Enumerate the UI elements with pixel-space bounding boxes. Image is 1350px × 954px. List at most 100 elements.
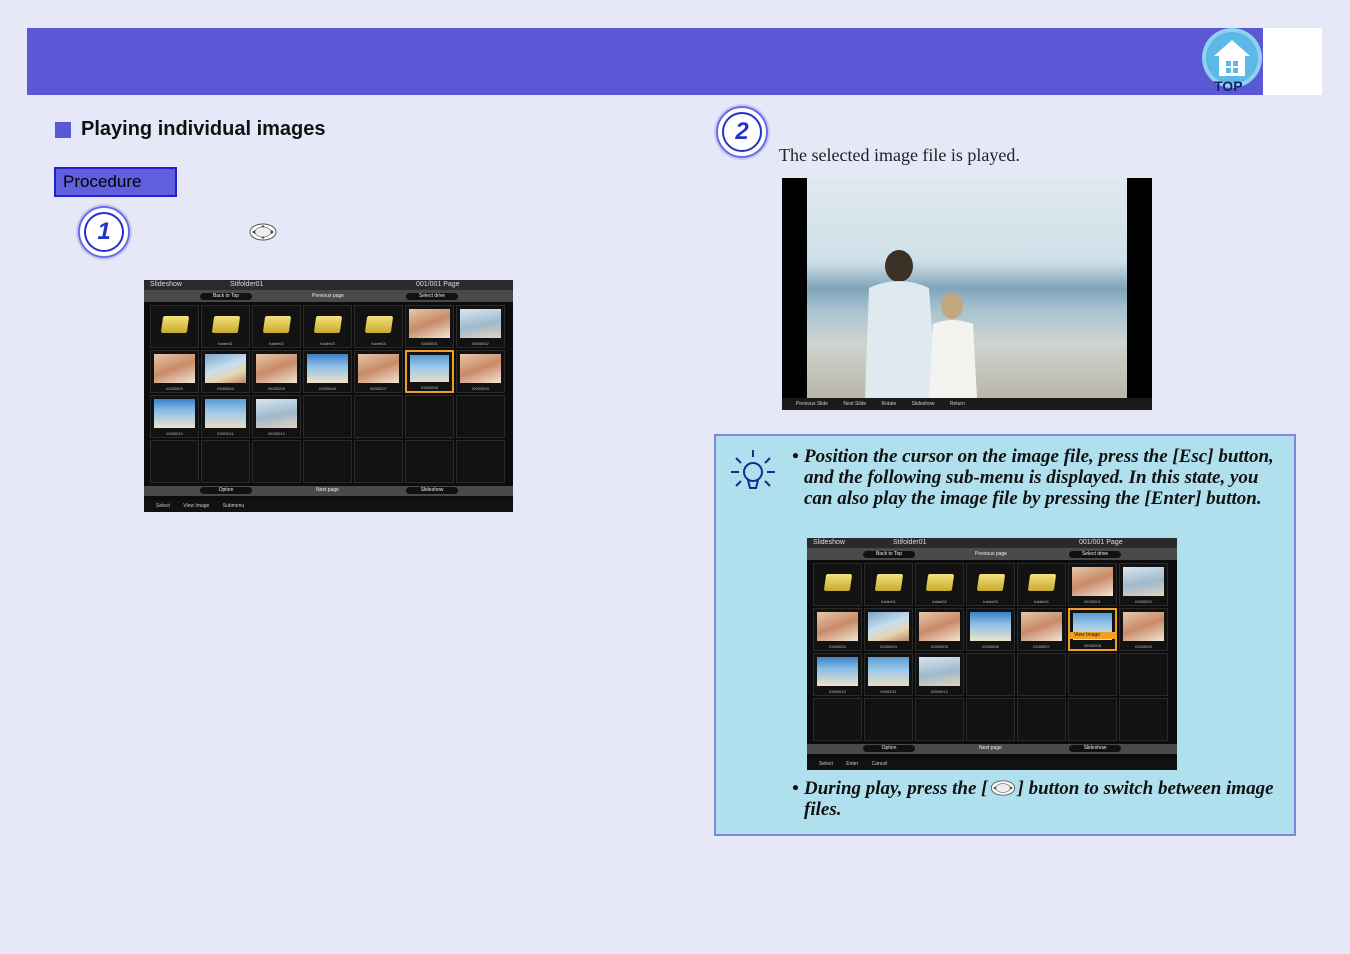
image-item-selected[interactable]: I0000008 xyxy=(405,350,454,393)
image-item[interactable]: I0000005 xyxy=(252,350,301,393)
image-item-selected[interactable]: View Image I0000008 xyxy=(1068,608,1117,651)
empty-slot xyxy=(354,395,403,438)
folder-item[interactable]: folder01 xyxy=(864,563,913,606)
image-item[interactable]: I0000004 xyxy=(864,608,913,651)
image-item[interactable]: I0000005 xyxy=(915,608,964,651)
slideshow-navbar: Back to Top Previous page Select drive xyxy=(144,290,513,302)
folder-item[interactable]: folder04 xyxy=(354,305,403,348)
submenu-thumbnail-grid: folder01 folder02 folder03 folder04 I000… xyxy=(813,563,1168,741)
top-button-label: TOP xyxy=(1214,78,1243,94)
image-item[interactable]: I0000002 xyxy=(456,305,505,348)
option-button[interactable]: Option xyxy=(200,487,252,494)
empty-slot xyxy=(150,440,199,483)
submenu-topbar: Slideshow Stifolder01 001/001 Page xyxy=(807,538,1177,548)
previous-page-button[interactable]: Previous page xyxy=(975,551,1007,558)
navigation-button-icon xyxy=(990,780,1015,796)
footer-select: Select xyxy=(819,761,833,767)
image-item[interactable]: I0000003 xyxy=(150,350,199,393)
folder-item[interactable]: folder03 xyxy=(303,305,352,348)
empty-slot xyxy=(1017,698,1066,741)
step-2-marker: 2 xyxy=(716,106,768,158)
view-image-submenu[interactable]: View Image xyxy=(1070,632,1115,639)
image-item[interactable]: I0000012 xyxy=(252,395,301,438)
select-drive-button[interactable]: Select drive xyxy=(406,293,458,300)
step-2-number: 2 xyxy=(722,112,762,152)
slideshow-screen: Slideshow Stifolder01 001/001 Page Back … xyxy=(144,280,513,512)
thumbnail-grid: folder01 folder02 folder03 folder04 I000… xyxy=(150,305,505,483)
image-item[interactable]: I0000012 xyxy=(915,653,964,696)
next-page-button[interactable]: Next page xyxy=(979,745,1002,752)
slideshow-footer: Select View Image Submenu xyxy=(144,500,513,512)
folder-name: Stifolder01 xyxy=(230,281,264,288)
next-page-button[interactable]: Next page xyxy=(316,487,339,494)
submenu-navbar: Back to Top Previous page Select drive xyxy=(807,548,1177,560)
image-item[interactable]: I0000011 xyxy=(864,653,913,696)
image-item[interactable]: I0000011 xyxy=(201,395,250,438)
lightbulb-icon xyxy=(731,450,775,489)
image-item[interactable]: I0000002 xyxy=(1119,563,1168,606)
tip-item-1: • Position the cursor on the image file, … xyxy=(792,446,1274,509)
top-button[interactable]: TOP xyxy=(1200,28,1264,94)
play-footer: Previous Slide Next Slide Rotate Slidesh… xyxy=(782,398,1152,410)
section-marker-icon xyxy=(55,121,71,138)
slideshow-title: Slideshow xyxy=(150,281,182,288)
empty-slot xyxy=(405,440,454,483)
folder-item[interactable]: folder01 xyxy=(201,305,250,348)
procedure-label: Procedure xyxy=(54,167,177,197)
tip-box: • Position the cursor on the image file, … xyxy=(714,434,1296,836)
image-item[interactable]: I0000006 xyxy=(966,608,1015,651)
slideshow-bottombar: Option Next page Slideshow xyxy=(144,486,513,496)
option-button[interactable]: Option xyxy=(863,745,915,752)
folder-item[interactable]: folder04 xyxy=(1017,563,1066,606)
section-title-text: Playing individual images xyxy=(81,118,326,140)
beach-photo xyxy=(807,178,1127,398)
folder-up-item[interactable] xyxy=(150,305,199,348)
image-item[interactable]: I0000001 xyxy=(1068,563,1117,606)
empty-slot xyxy=(915,698,964,741)
image-item[interactable]: I0000007 xyxy=(1017,608,1066,651)
footer-enter: Enter xyxy=(846,761,859,767)
empty-slot xyxy=(354,440,403,483)
image-item[interactable]: I0000006 xyxy=(303,350,352,393)
footer-cancel: Cancel xyxy=(871,761,888,767)
empty-slot xyxy=(864,698,913,741)
empty-slot xyxy=(456,395,505,438)
image-item[interactable]: I0000004 xyxy=(201,350,250,393)
folder-item[interactable]: folder03 xyxy=(966,563,1015,606)
folder-item[interactable]: folder02 xyxy=(915,563,964,606)
image-item[interactable]: I0000010 xyxy=(813,653,862,696)
folder-up-item[interactable] xyxy=(813,563,862,606)
empty-slot xyxy=(405,395,454,438)
image-item[interactable]: I0000009 xyxy=(1119,608,1168,651)
select-drive-button[interactable]: Select drive xyxy=(1069,551,1121,558)
slideshow-button[interactable]: Slideshow xyxy=(1069,745,1121,752)
section-title: Playing individual images xyxy=(55,118,326,141)
image-item[interactable]: I0000010 xyxy=(150,395,199,438)
image-item[interactable]: I0000007 xyxy=(354,350,403,393)
empty-slot xyxy=(966,698,1015,741)
image-play-screen: Previous Slide Next Slide Rotate Slidesh… xyxy=(782,178,1152,410)
image-item[interactable]: I0000001 xyxy=(405,305,454,348)
previous-page-button[interactable]: Previous page xyxy=(312,293,344,300)
footer-submenu: Submenu xyxy=(222,503,245,509)
image-item[interactable]: I0000009 xyxy=(456,350,505,393)
previous-slide-hint: Previous Slide xyxy=(796,401,828,407)
back-to-top-button[interactable]: Back to Top xyxy=(200,293,252,300)
submenu-screen: Slideshow Stifolder01 001/001 Page Back … xyxy=(807,538,1177,770)
empty-slot xyxy=(303,395,352,438)
tip-item-2: • During play, press the [ ] button to sw… xyxy=(792,778,1274,820)
header-band xyxy=(27,28,1263,95)
empty-slot xyxy=(303,440,352,483)
tip-1-text: Position the cursor on the image file, p… xyxy=(804,446,1274,509)
tip-2-text-start: During play, press the [ xyxy=(804,778,988,799)
footer-view-image: View Image xyxy=(183,503,210,509)
slideshow-button[interactable]: Slideshow xyxy=(406,487,458,494)
next-slide-hint: Next Slide xyxy=(843,401,867,407)
submenu-page-indicator: 001/001 Page xyxy=(1079,539,1123,546)
image-item[interactable]: I0000003 xyxy=(813,608,862,651)
submenu-title: Slideshow xyxy=(813,539,845,546)
slideshow-topbar: Slideshow Stifolder01 001/001 Page xyxy=(144,280,513,290)
empty-slot xyxy=(1068,653,1117,696)
back-to-top-button[interactable]: Back to Top xyxy=(863,551,915,558)
folder-item[interactable]: folder02 xyxy=(252,305,301,348)
